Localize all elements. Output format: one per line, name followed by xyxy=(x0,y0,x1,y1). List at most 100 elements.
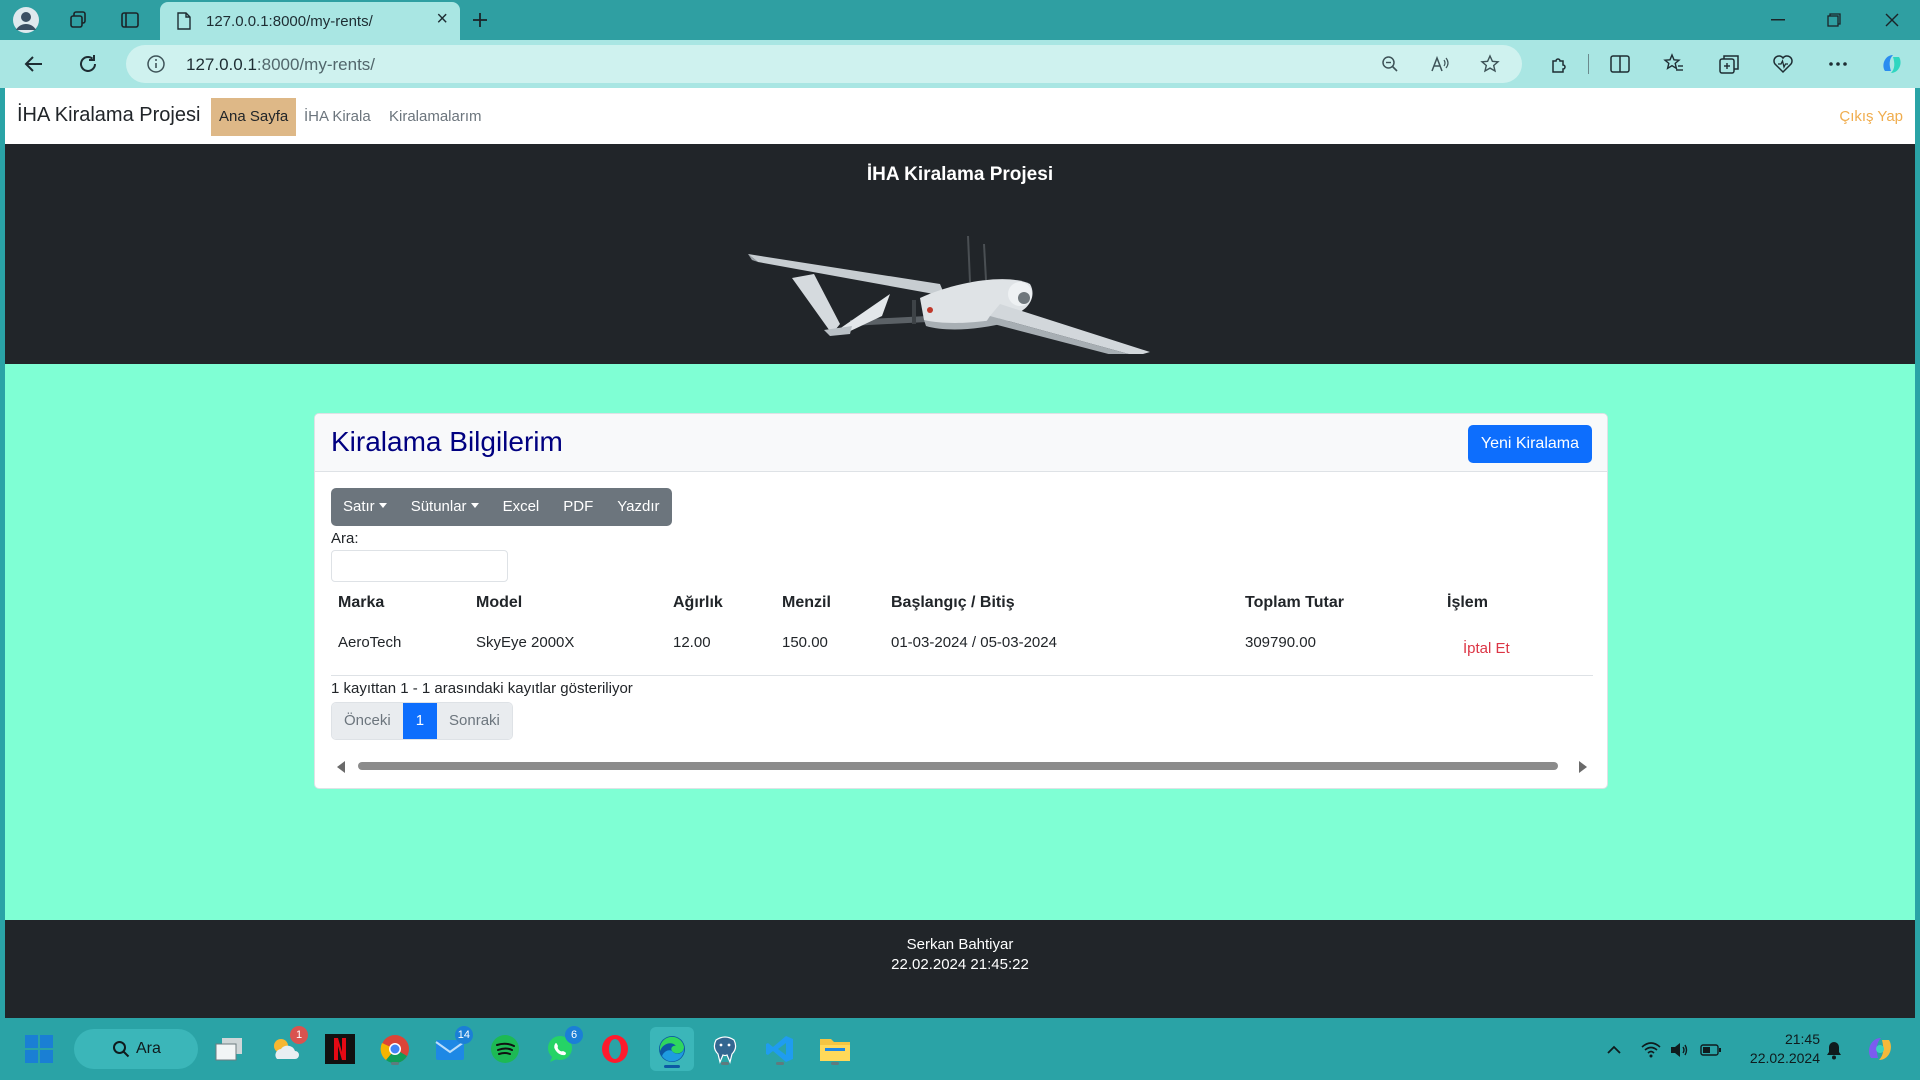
column-header-weight[interactable]: Ağırlık xyxy=(673,594,723,612)
edge-icon[interactable] xyxy=(650,1027,694,1071)
url-text[interactable]: 127.0.0.1:8000/my-rents/ xyxy=(186,55,375,75)
close-window-icon[interactable] xyxy=(1872,4,1912,36)
nav-link-home[interactable]: Ana Sayfa xyxy=(211,98,297,136)
navbar-brand[interactable]: İHA Kiralama Projesi xyxy=(17,104,200,127)
vscode-icon[interactable] xyxy=(761,1030,799,1068)
tab-title: 127.0.0.1:8000/my-rents/ xyxy=(206,13,373,30)
read-aloud-icon[interactable] xyxy=(1428,52,1452,76)
browser-essentials-icon[interactable] xyxy=(1769,50,1797,78)
drone-image xyxy=(748,235,1150,354)
copilot-icon[interactable] xyxy=(1878,50,1906,78)
scroll-right-arrow-icon[interactable] xyxy=(1579,761,1587,773)
column-header-total[interactable]: Toplam Tutar xyxy=(1245,594,1344,612)
column-header-dates[interactable]: Başlangıç / Bitiş xyxy=(891,594,1015,612)
cell-model: SkyEye 2000X xyxy=(476,634,575,651)
profile-avatar-icon[interactable] xyxy=(12,6,40,34)
rents-card: Kiralama Bilgilerim Yeni Kiralama Satır … xyxy=(314,413,1608,789)
taskbar-search[interactable]: Ara xyxy=(74,1029,198,1069)
whatsapp-icon[interactable]: 6 xyxy=(541,1026,583,1068)
task-view-icon[interactable] xyxy=(210,1030,248,1068)
print-button[interactable]: Yazdır xyxy=(605,488,671,526)
site-navbar: İHA Kiralama Projesi Ana Sayfa İHA Kiral… xyxy=(5,88,1915,144)
cell-range: 150.00 xyxy=(782,634,828,651)
netflix-icon[interactable] xyxy=(321,1030,359,1068)
spotify-icon[interactable] xyxy=(486,1030,524,1068)
running-indicator xyxy=(721,1062,729,1065)
nav-link-my-rents[interactable]: Kiralamalarım xyxy=(381,98,490,136)
notification-bell-icon[interactable] xyxy=(1823,1039,1845,1061)
chrome-icon[interactable] xyxy=(376,1030,414,1068)
datatable-buttons: Satır Sütunlar Excel PDF Yazdır xyxy=(331,488,672,526)
copilot-taskbar-icon[interactable] xyxy=(1861,1030,1899,1068)
opera-icon[interactable] xyxy=(596,1030,634,1068)
refresh-icon[interactable] xyxy=(74,50,102,78)
more-menu-icon[interactable] xyxy=(1824,50,1852,78)
workspaces-icon[interactable] xyxy=(64,6,92,34)
site-info-icon[interactable] xyxy=(146,54,166,79)
address-bar[interactable]: 127.0.0.1:8000/my-rents/ xyxy=(126,45,1522,83)
nav-link-rent-uav[interactable]: İHA Kirala xyxy=(296,98,379,136)
card-header: Kiralama Bilgilerim Yeni Kiralama xyxy=(315,414,1607,472)
excel-button[interactable]: Excel xyxy=(491,488,552,526)
pdf-button[interactable]: PDF xyxy=(551,488,605,526)
search-icon xyxy=(112,1040,130,1063)
weather-icon[interactable]: 1 xyxy=(266,1026,308,1068)
browser-tab[interactable]: 127.0.0.1:8000/my-rents/ × xyxy=(160,2,460,40)
windows-taskbar: Ara 1 14 6 21:45 22.02.2024 xyxy=(0,1018,1920,1080)
new-tab-icon[interactable] xyxy=(466,6,494,34)
logout-link[interactable]: Çıkış Yap xyxy=(1839,108,1903,125)
running-indicator xyxy=(776,1062,784,1065)
taskbar-date: 22.02.2024 xyxy=(1749,1050,1820,1066)
column-header-model[interactable]: Model xyxy=(476,594,522,612)
horizontal-scrollbar[interactable] xyxy=(337,758,1587,774)
pagination-previous[interactable]: Önceki xyxy=(332,703,403,739)
minimize-icon[interactable] xyxy=(1758,4,1798,36)
mail-badge: 14 xyxy=(454,1026,473,1044)
split-screen-icon[interactable] xyxy=(1606,50,1634,78)
browser-tabbar: 127.0.0.1:8000/my-rents/ × xyxy=(0,0,1920,40)
column-header-range[interactable]: Menzil xyxy=(782,594,831,612)
file-explorer-icon[interactable] xyxy=(816,1030,854,1068)
tab-actions-icon[interactable] xyxy=(116,6,144,34)
cancel-rent-link[interactable]: İptal Et xyxy=(1463,640,1510,657)
tray-chevron-up-icon[interactable] xyxy=(1603,1039,1625,1061)
battery-icon[interactable] xyxy=(1700,1039,1722,1061)
cell-weight: 12.00 xyxy=(673,634,711,651)
scrollbar-thumb[interactable] xyxy=(358,762,1558,770)
postgresql-icon[interactable] xyxy=(706,1030,744,1068)
volume-icon[interactable] xyxy=(1668,1039,1690,1061)
column-header-action[interactable]: İşlem xyxy=(1447,594,1488,612)
restore-icon[interactable] xyxy=(1814,4,1854,36)
web-page: İHA Kiralama Projesi Ana Sayfa İHA Kiral… xyxy=(5,88,1915,1018)
favorite-star-icon[interactable] xyxy=(1478,52,1502,76)
weather-badge: 1 xyxy=(290,1026,308,1044)
mail-icon[interactable]: 14 xyxy=(431,1026,473,1068)
footer-datetime: 22.02.2024 21:45:22 xyxy=(891,956,1029,973)
favorites-icon[interactable] xyxy=(1660,50,1688,78)
running-indicator xyxy=(831,1062,839,1065)
cell-brand: AeroTech xyxy=(338,634,402,651)
pagination-next[interactable]: Sonraki xyxy=(437,703,512,739)
search-input[interactable] xyxy=(331,550,508,582)
column-header-brand[interactable]: Marka xyxy=(338,594,384,612)
whatsapp-badge: 6 xyxy=(565,1026,583,1044)
scroll-left-arrow-icon[interactable] xyxy=(337,761,345,773)
cell-dates: 01-03-2024 / 05-03-2024 xyxy=(891,634,1057,651)
collections-icon[interactable] xyxy=(1715,50,1743,78)
tab-close-icon[interactable]: × xyxy=(436,8,448,31)
cell-total: 309790.00 xyxy=(1245,634,1316,651)
start-windows-icon[interactable] xyxy=(20,1030,58,1068)
zoom-icon[interactable] xyxy=(1378,52,1402,76)
pagination-page-1[interactable]: 1 xyxy=(402,703,438,739)
wifi-icon[interactable] xyxy=(1640,1039,1662,1061)
rows-dropdown-button[interactable]: Satır xyxy=(331,488,399,526)
new-rent-button[interactable]: Yeni Kiralama xyxy=(1467,425,1592,463)
page-title: Kiralama Bilgilerim xyxy=(331,426,563,457)
taskbar-clock[interactable]: 21:45 22.02.2024 xyxy=(1750,1030,1820,1068)
caret-down-icon xyxy=(378,503,387,508)
columns-dropdown-button[interactable]: Sütunlar xyxy=(399,488,491,526)
taskbar-time: 21:45 xyxy=(1784,1031,1820,1047)
hero-banner: İHA Kiralama Projesi xyxy=(5,144,1915,364)
back-icon[interactable] xyxy=(20,50,48,78)
extensions-icon[interactable] xyxy=(1545,50,1573,78)
